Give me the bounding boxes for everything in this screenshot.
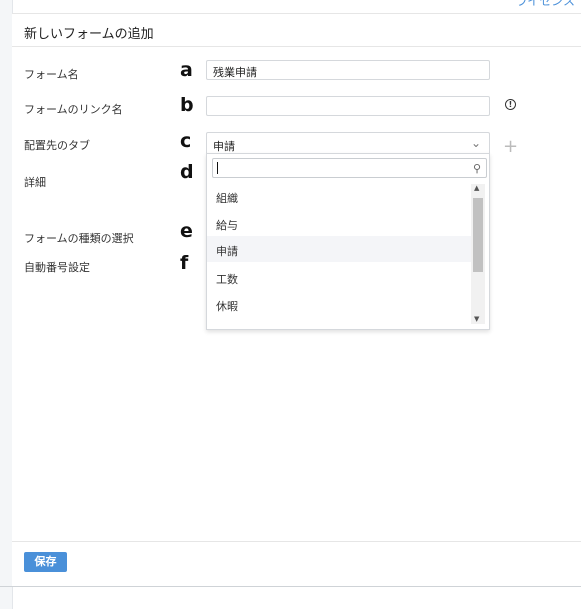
title-divider <box>12 46 581 47</box>
modal-title: 新しいフォームの追加 <box>24 27 154 42</box>
scrollbar-thumb[interactable] <box>473 198 483 272</box>
dropdown-option[interactable]: 工数 <box>207 264 471 290</box>
tab-dropdown: ⚲ 組織 給与 申請 工数 休暇 ▲ ▼ <box>206 153 490 330</box>
dropdown-search-input[interactable]: ⚲ <box>212 158 487 178</box>
footer-divider <box>12 541 581 542</box>
annotation-letter-e: e <box>180 220 193 242</box>
link-name-label: フォームのリンク名 <box>24 103 123 116</box>
form-name-input[interactable]: 残業申請 <box>206 60 490 80</box>
form-name-label: フォーム名 <box>24 68 79 81</box>
link-name-input[interactable] <box>206 96 490 116</box>
text-caret <box>217 162 218 174</box>
dropdown-option[interactable]: 組織 <box>207 183 471 209</box>
tab-label: 配置先のタブ <box>24 139 90 152</box>
chevron-down-icon[interactable]: ⌄ <box>471 136 481 150</box>
plus-icon[interactable]: + <box>503 136 518 157</box>
annotation-letter-f: f <box>180 252 189 274</box>
dropdown-scrollbar[interactable]: ▲ ▼ <box>471 184 485 324</box>
dropdown-option-selected[interactable]: 申請 <box>207 236 471 262</box>
annotation-letter-b: b <box>180 94 194 116</box>
search-icon: ⚲ <box>472 162 481 175</box>
scroll-down-icon[interactable]: ▼ <box>474 315 479 323</box>
detail-label: 詳細 <box>24 176 46 189</box>
annotation-letter-a: a <box>180 59 193 81</box>
scroll-up-icon[interactable]: ▲ <box>474 184 479 192</box>
tab-select[interactable]: 申請 ⌄ <box>206 132 490 154</box>
auto-number-label: 自動番号設定 <box>24 261 90 274</box>
license-link[interactable]: ライセンス <box>515 0 575 9</box>
annotation-letter-c: c <box>180 130 192 152</box>
bottom-divider <box>0 586 581 587</box>
info-icon[interactable]: ! <box>505 99 516 110</box>
annotation-letter-d: d <box>180 161 194 183</box>
dropdown-option[interactable]: 休暇 <box>207 291 471 317</box>
add-form-modal: 新しいフォームの追加 フォーム名 a 残業申請 フォームのリンク名 b ! 配置… <box>12 13 581 587</box>
save-button[interactable]: 保存 <box>24 552 67 572</box>
dropdown-option[interactable]: 給与 <box>207 210 471 236</box>
form-type-label: フォームの種類の選択 <box>24 232 134 245</box>
tab-select-value: 申請 <box>213 140 235 153</box>
